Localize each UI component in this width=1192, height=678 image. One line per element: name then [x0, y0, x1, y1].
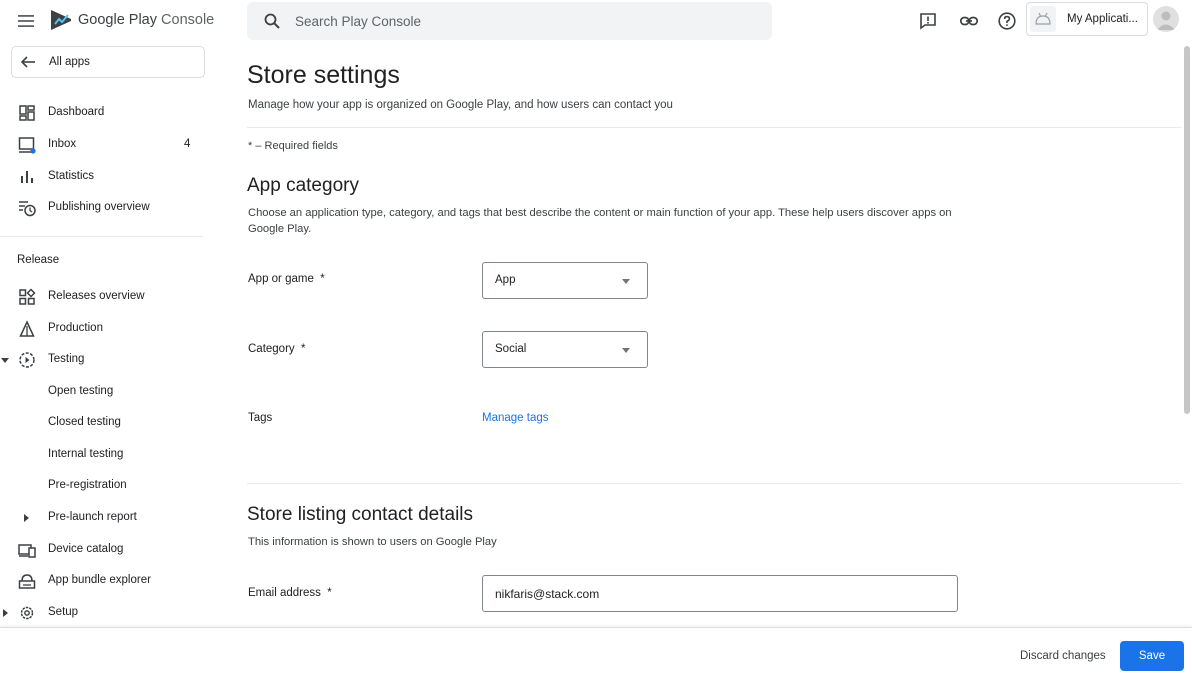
sidebar-section-release: Release — [17, 254, 60, 266]
sidebar-item-inbox[interactable]: Inbox 4 — [0, 131, 210, 159]
sidebar-item-device-catalog[interactable]: Device catalog — [0, 536, 210, 564]
dropdown-arrow-icon — [622, 348, 630, 353]
app-icon-container — [1030, 6, 1056, 32]
section-description-contact-details: This information is shown to users on Go… — [248, 536, 497, 548]
sidebar-item-dashboard[interactable]: Dashboard — [0, 99, 210, 127]
android-icon — [1035, 12, 1051, 25]
sidebar-item-releases-overview[interactable]: Releases overview — [0, 283, 210, 311]
sidebar-item-pre-launch-report[interactable]: Pre-launch report — [0, 504, 210, 532]
sidebar-item-label: Statistics — [48, 170, 95, 182]
production-icon — [19, 320, 35, 337]
feedback-icon[interactable] — [918, 11, 938, 31]
divider — [247, 483, 1181, 484]
search-bar[interactable] — [247, 2, 772, 40]
sidebar-item-label: Testing — [48, 353, 85, 365]
sidebar-item-statistics[interactable]: Statistics — [0, 163, 210, 191]
sidebar-divider — [0, 236, 203, 237]
all-apps-label: All apps — [49, 56, 90, 68]
play-console-logo-icon[interactable] — [49, 8, 73, 32]
caret-right-icon[interactable] — [22, 514, 30, 522]
caret-down-icon[interactable] — [1, 356, 9, 364]
discard-changes-button[interactable]: Discard changes — [1012, 642, 1114, 670]
scrollbar-thumb[interactable] — [1184, 46, 1190, 414]
app-bundle-explorer-icon — [18, 574, 36, 589]
sidebar-item-internal-testing[interactable]: Internal testing — [0, 441, 210, 469]
caret-right-icon[interactable] — [1, 609, 9, 617]
search-input[interactable] — [295, 2, 755, 40]
search-icon — [264, 13, 280, 29]
app-or-game-select[interactable]: App — [482, 262, 648, 299]
avatar[interactable] — [1153, 6, 1179, 32]
page-title: Store settings — [247, 61, 400, 89]
logo-text-console: Console — [161, 12, 215, 28]
sidebar-item-label: Releases overview — [48, 290, 145, 302]
inbox-count-badge: 4 — [184, 138, 191, 150]
sidebar-item-label: Internal testing — [48, 448, 124, 460]
tags-label: Tags — [248, 412, 273, 424]
sidebar-item-label: Device catalog — [48, 543, 124, 555]
device-catalog-icon — [18, 544, 36, 558]
sidebar-item-label: Dashboard — [48, 106, 105, 118]
back-arrow-icon — [20, 56, 35, 68]
action-footer: Discard changes Save — [0, 627, 1192, 678]
sidebar-item-label: Production — [48, 322, 103, 334]
top-app-bar: Google Play Console My Applicati.. — [0, 0, 1192, 42]
page-subtitle: Manage how your app is organized on Goog… — [248, 99, 673, 111]
dashboard-icon — [19, 105, 35, 121]
category-label: Category * — [248, 343, 306, 355]
sidebar-item-label: Open testing — [48, 385, 114, 397]
all-apps-button[interactable]: All apps — [11, 46, 205, 78]
logo-text-google-play: Google Play — [78, 12, 157, 28]
sidebar-item-label: Inbox — [48, 138, 77, 150]
sidebar-item-label: Pre-launch report — [48, 511, 137, 523]
email-address-label: Email address * — [248, 587, 332, 599]
section-description-app-category: Choose an application type, category, an… — [248, 207, 952, 235]
app-or-game-value: App — [495, 274, 516, 286]
setup-icon — [20, 606, 34, 620]
category-value: Social — [495, 343, 527, 355]
email-address-input[interactable] — [482, 575, 958, 612]
category-select[interactable]: Social — [482, 331, 648, 368]
sidebar-item-closed-testing[interactable]: Closed testing — [0, 409, 210, 437]
sidebar-item-label: Closed testing — [48, 416, 121, 428]
help-icon[interactable] — [997, 11, 1017, 31]
save-button[interactable]: Save — [1120, 641, 1184, 671]
sidebar-item-testing[interactable]: Testing — [0, 346, 210, 374]
releases-overview-icon — [19, 288, 36, 305]
app-selector-name: My Applicati... — [1067, 13, 1138, 25]
app-selector[interactable]: My Applicati... — [1026, 2, 1148, 36]
app-logo-text[interactable]: Google Play Console — [78, 12, 214, 28]
sidebar-item-open-testing[interactable]: Open testing — [0, 378, 210, 406]
sidebar-item-label: Pre-registration — [48, 479, 127, 491]
section-title-app-category: App category — [247, 175, 359, 196]
section-title-contact-details: Store listing contact details — [247, 504, 474, 525]
publishing-overview-icon — [19, 201, 36, 217]
sidebar-item-app-bundle-explorer[interactable]: App bundle explorer — [0, 567, 210, 595]
sidebar-item-publishing-overview[interactable]: Publishing overview — [0, 194, 210, 222]
link-icon[interactable] — [959, 11, 979, 31]
avatar-icon — [1157, 11, 1175, 30]
sidebar-item-label: Setup — [48, 606, 79, 618]
statistics-icon — [21, 171, 33, 183]
dropdown-arrow-icon — [622, 279, 630, 284]
menu-icon[interactable] — [16, 11, 36, 31]
inbox-icon — [18, 137, 36, 154]
sidebar-item-label: App bundle explorer — [48, 574, 151, 586]
required-fields-note: * – Required fields — [248, 140, 338, 152]
sidebar-item-setup[interactable]: Setup — [0, 599, 210, 627]
app-or-game-label: App or game * — [248, 273, 325, 285]
sidebar-item-label: Publishing overview — [48, 201, 150, 213]
sidebar-item-pre-registration[interactable]: Pre-registration — [0, 472, 210, 500]
sidebar-item-production[interactable]: Production — [0, 315, 210, 343]
manage-tags-link[interactable]: Manage tags — [482, 412, 549, 424]
testing-icon — [19, 352, 35, 368]
divider — [247, 127, 1181, 128]
